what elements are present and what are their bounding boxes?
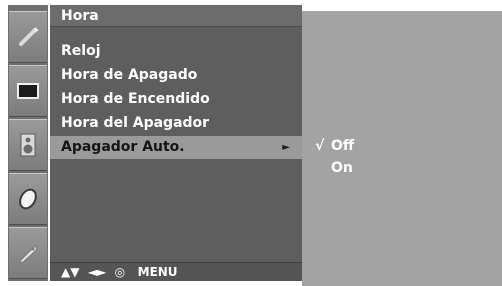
menu-item-label: Apagador Auto. [61,139,185,155]
submenu-arrow-icon: ► [282,142,290,153]
menu-item-reloj[interactable]: Reloj [50,40,302,63]
submenu-option-label: On [331,160,353,176]
menu-item-hora-de-encendido[interactable]: Hora de Encendido [50,88,302,111]
menu-item-apagador-auto[interactable]: Apagador Auto. ► [50,136,302,159]
checkmark-icon: √ [315,138,325,154]
menu-item-label: Reloj [61,43,101,59]
tv-osd-screen: Hora Reloj Hora de Apagado Hora de Encen… [0,0,502,286]
menu-item-hora-del-apagador[interactable]: Hora del Apagador [50,112,302,135]
submenu-option-label: Off [331,138,355,154]
submenu-option-off[interactable]: √ Off [315,136,354,156]
menu-item-hora-de-apagado[interactable]: Hora de Apagado [50,64,302,87]
menu-item-label: Hora de Apagado [61,67,198,83]
picture-icon[interactable] [9,65,47,117]
menu-item-label: Hora del Apagador [61,115,210,131]
menu-item-label: Hora de Encendido [61,91,210,107]
submenu-panel: √ Off On [302,11,502,286]
option-tag-icon[interactable] [9,227,47,279]
time-menu-panel: Hora Reloj Hora de Apagado Hora de Encen… [50,5,302,281]
time-clock-icon[interactable] [9,173,47,225]
submenu-option-on[interactable]: On [315,158,353,178]
menu-title: Hora [50,5,302,27]
navigation-hint-bar: ▲▼ ◄► ◎ MENU [50,262,302,281]
setup-wand-icon[interactable] [9,11,47,63]
audio-speaker-icon[interactable] [9,119,47,171]
menu-category-column [8,5,48,281]
